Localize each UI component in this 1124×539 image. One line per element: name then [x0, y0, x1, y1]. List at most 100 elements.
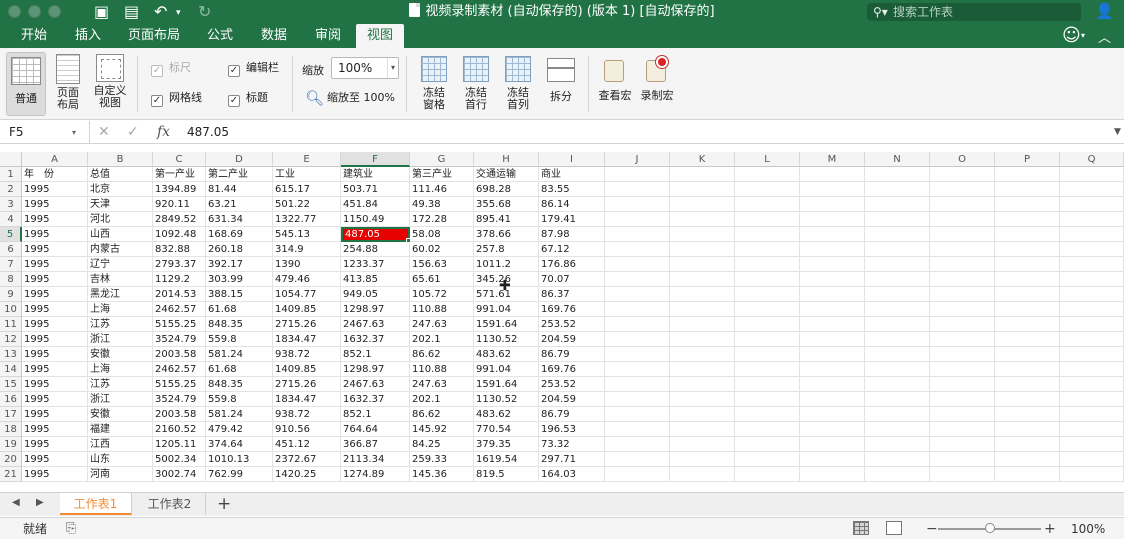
cell[interactable]	[800, 422, 865, 437]
cell[interactable]: 938.72	[273, 407, 341, 422]
cell[interactable]: 1995	[22, 377, 88, 392]
cell[interactable]	[800, 377, 865, 392]
cell[interactable]	[1060, 437, 1124, 452]
cell[interactable]	[735, 437, 800, 452]
cell[interactable]: 848.35	[206, 317, 273, 332]
cell[interactable]	[605, 257, 670, 272]
cell[interactable]: 852.1	[341, 407, 410, 422]
custom-views-button[interactable]: 自定义 视图	[90, 54, 130, 109]
cell[interactable]	[1060, 332, 1124, 347]
cell[interactable]	[800, 287, 865, 302]
tab-formulas[interactable]: 公式	[198, 24, 242, 48]
cell[interactable]: 1409.85	[273, 302, 341, 317]
page-layout-view-button[interactable]: 页面 布局	[50, 54, 86, 111]
cell[interactable]	[670, 392, 735, 407]
cell[interactable]: 545.13	[273, 227, 341, 242]
cell[interactable]: 355.68	[474, 197, 539, 212]
cell[interactable]: 安徽	[88, 407, 153, 422]
cell[interactable]	[735, 407, 800, 422]
view-macros-button[interactable]: 查看宏	[597, 56, 633, 102]
freeze-panes-button[interactable]: 冻结 窗格	[416, 56, 452, 111]
cell[interactable]	[735, 392, 800, 407]
cell[interactable]: 303.99	[206, 272, 273, 287]
cell[interactable]: 86.62	[410, 347, 474, 362]
cell[interactable]	[930, 362, 995, 377]
cell[interactable]: 江西	[88, 437, 153, 452]
cell[interactable]	[735, 242, 800, 257]
cell[interactable]: 257.8	[474, 242, 539, 257]
cell[interactable]: 1298.97	[341, 302, 410, 317]
cell[interactable]: 建筑业	[341, 167, 410, 182]
add-sheet-icon[interactable]: +	[217, 493, 231, 515]
prev-sheet-icon[interactable]: ◀	[12, 497, 20, 508]
cell[interactable]	[865, 347, 930, 362]
cell[interactable]	[865, 317, 930, 332]
cell[interactable]	[670, 272, 735, 287]
cell[interactable]: 156.63	[410, 257, 474, 272]
row-header[interactable]: 17	[0, 407, 22, 422]
row-header[interactable]: 15	[0, 377, 22, 392]
cell[interactable]: 559.8	[206, 392, 273, 407]
cell[interactable]	[1060, 467, 1124, 482]
cell[interactable]	[865, 362, 930, 377]
cell[interactable]	[670, 467, 735, 482]
cell[interactable]: 895.41	[474, 212, 539, 227]
sheet-tab-1[interactable]: 工作表1	[60, 493, 132, 515]
column-header-k[interactable]: K	[670, 152, 735, 167]
zoom-out-icon[interactable]: −	[926, 518, 938, 539]
column-header-j[interactable]: J	[605, 152, 670, 167]
cell[interactable]: 2462.57	[153, 362, 206, 377]
cell[interactable]	[800, 392, 865, 407]
cell[interactable]	[930, 407, 995, 422]
cell[interactable]: 991.04	[474, 302, 539, 317]
cell[interactable]	[995, 362, 1060, 377]
cell[interactable]	[865, 437, 930, 452]
confirm-icon[interactable]: ✓	[127, 121, 139, 144]
cell[interactable]	[995, 272, 1060, 287]
cell[interactable]: 832.88	[153, 242, 206, 257]
cell[interactable]	[1060, 407, 1124, 422]
cell[interactable]: 1092.48	[153, 227, 206, 242]
page-layout-view-icon[interactable]	[886, 521, 902, 535]
row-header[interactable]: 20	[0, 452, 22, 467]
cell[interactable]	[865, 197, 930, 212]
tab-data[interactable]: 数据	[252, 24, 296, 48]
cell[interactable]	[605, 287, 670, 302]
cell[interactable]	[800, 332, 865, 347]
cell[interactable]	[930, 182, 995, 197]
row-header[interactable]: 16	[0, 392, 22, 407]
cell[interactable]	[995, 197, 1060, 212]
cell[interactable]	[995, 467, 1060, 482]
cell[interactable]	[800, 197, 865, 212]
cell[interactable]	[670, 347, 735, 362]
cell[interactable]: 260.18	[206, 242, 273, 257]
cell[interactable]	[605, 407, 670, 422]
cell[interactable]: 1632.37	[341, 332, 410, 347]
cell[interactable]: 年 份	[22, 167, 88, 182]
cell[interactable]: 浙江	[88, 332, 153, 347]
feedback-dropdown-icon[interactable]: ▾	[1081, 31, 1085, 40]
cell[interactable]	[1060, 242, 1124, 257]
cell[interactable]	[735, 317, 800, 332]
cell[interactable]	[670, 452, 735, 467]
cell[interactable]: 247.63	[410, 317, 474, 332]
cell[interactable]	[865, 272, 930, 287]
gridlines-checkbox[interactable]: ✓ 网格线	[151, 91, 202, 107]
cell[interactable]: 1995	[22, 422, 88, 437]
cell[interactable]	[1060, 212, 1124, 227]
cell[interactable]: 1995	[22, 272, 88, 287]
cell[interactable]	[800, 257, 865, 272]
cell[interactable]: 1995	[22, 437, 88, 452]
next-sheet-icon[interactable]: ▶	[36, 497, 44, 508]
column-header-g[interactable]: G	[410, 152, 474, 167]
row-header[interactable]: 1	[0, 167, 22, 182]
cell[interactable]	[930, 467, 995, 482]
record-macro-button[interactable]: 录制宏	[639, 56, 675, 102]
cell[interactable]	[1060, 167, 1124, 182]
cell[interactable]	[670, 257, 735, 272]
cell[interactable]: 196.53	[539, 422, 605, 437]
normal-view-icon[interactable]	[853, 521, 869, 535]
zoom-in-icon[interactable]: +	[1044, 518, 1056, 539]
cell[interactable]: 247.63	[410, 377, 474, 392]
cell[interactable]	[735, 197, 800, 212]
